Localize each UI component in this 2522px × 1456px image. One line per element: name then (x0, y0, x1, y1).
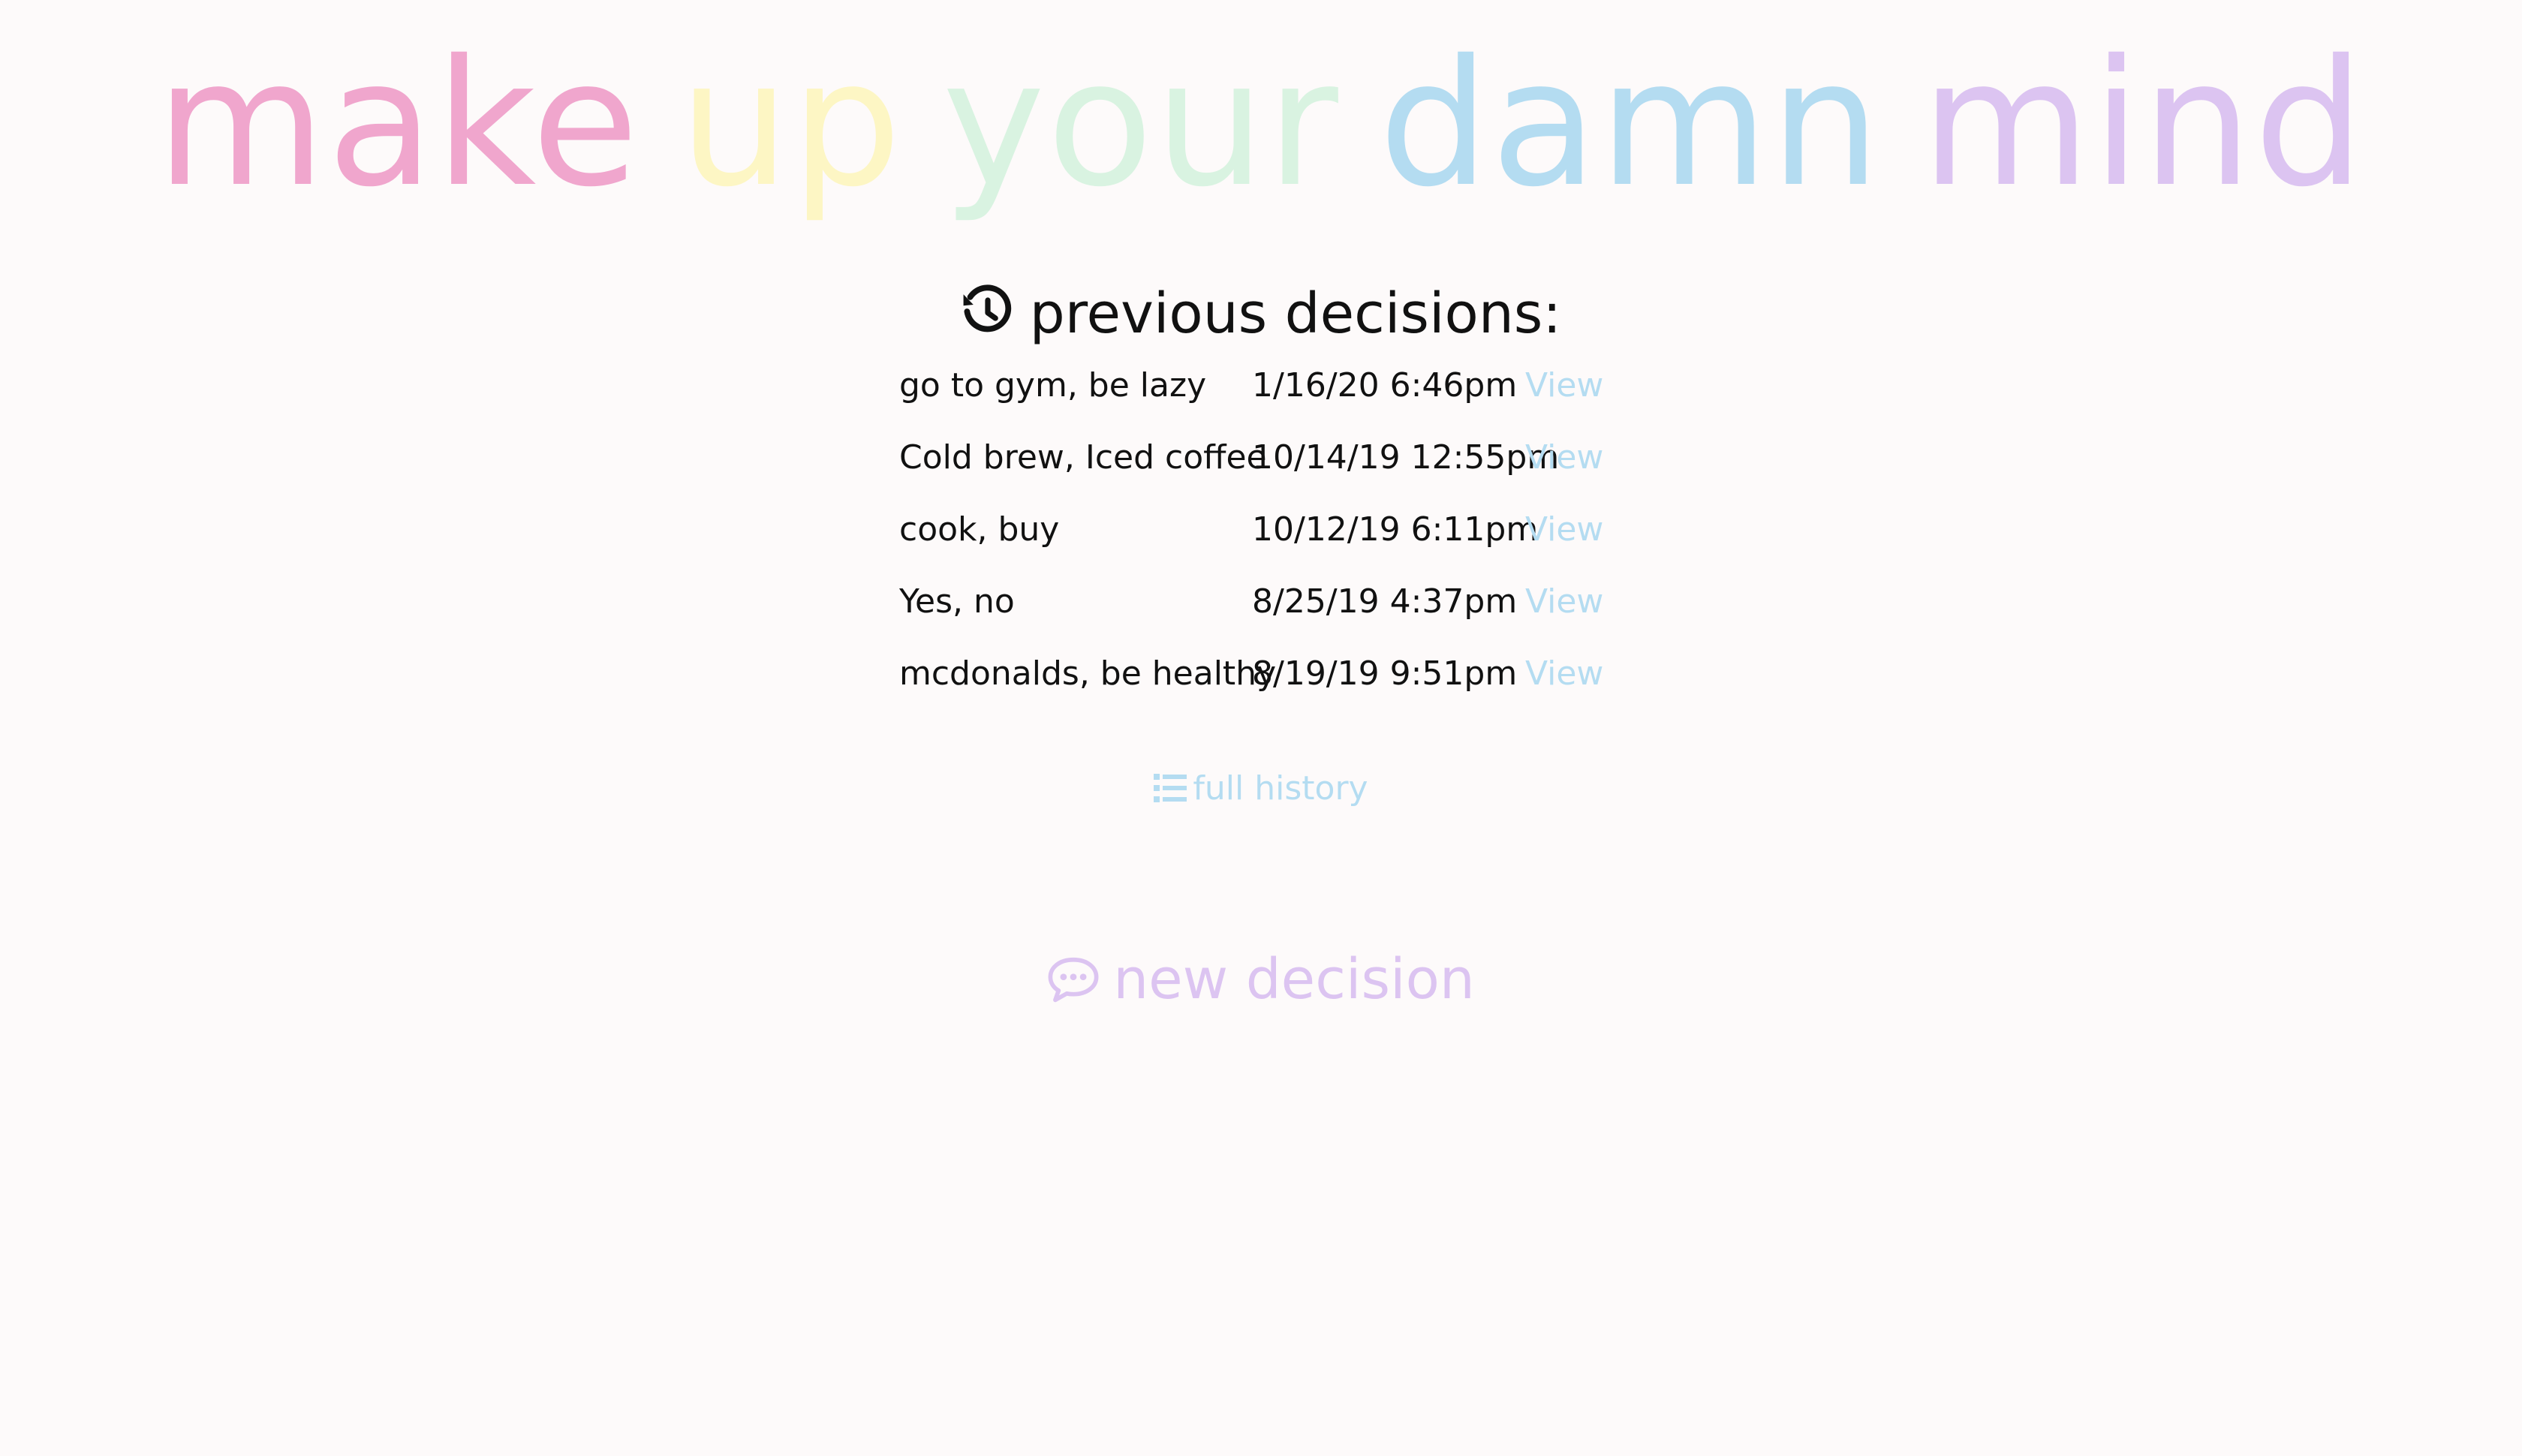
previous-decisions-heading: previous decisions: (0, 276, 2522, 351)
history-icon (963, 284, 1011, 332)
title-word-your: your (942, 23, 1340, 225)
list-item: go to gym, be lazy 1/16/20 6:46pm View (899, 350, 1650, 422)
list-item: mcdonalds, be healthy 8/19/19 9:51pm Vie… (899, 638, 1650, 710)
decision-date: 8/19/19 9:51pm (1252, 654, 1518, 693)
title-word-make: make (155, 23, 640, 225)
decision-options: mcdonalds, be healthy (899, 654, 1277, 693)
decision-date: 10/12/19 6:11pm (1252, 510, 1539, 549)
full-history-link[interactable]: full history (0, 763, 2522, 815)
view-link[interactable]: View (1525, 638, 1603, 710)
view-link[interactable]: View (1525, 422, 1603, 494)
list-item: Cold brew, Iced coffee 10/14/19 12:55pm … (899, 422, 1650, 494)
decision-date: 10/14/19 12:55pm (1252, 438, 1560, 477)
app-title: make up your damn mind (0, 15, 2522, 233)
view-link[interactable]: View (1525, 566, 1603, 638)
decision-options: Cold brew, Iced coffee (899, 438, 1267, 477)
title-word-up: up (679, 23, 904, 225)
list-item: Yes, no 8/25/19 4:37pm View (899, 566, 1650, 638)
view-link[interactable]: View (1525, 350, 1603, 422)
decision-list: go to gym, be lazy 1/16/20 6:46pm View C… (899, 350, 1650, 710)
full-history-label: full history (1193, 769, 1368, 808)
decision-date: 1/16/20 6:46pm (1252, 366, 1518, 405)
title-word-mind: mind (1921, 23, 2367, 225)
list-icon (1154, 774, 1187, 802)
new-decision-label: new decision (1113, 947, 1475, 1012)
decision-options: Yes, no (899, 582, 1015, 621)
heading-label: previous decisions: (1029, 281, 1562, 346)
decision-options: go to gym, be lazy (899, 366, 1207, 405)
title-word-damn: damn (1378, 23, 1882, 225)
decision-options: cook, buy (899, 510, 1060, 549)
new-decision-button[interactable]: new decision (0, 938, 2522, 1021)
list-item: cook, buy 10/12/19 6:11pm View (899, 494, 1650, 566)
chat-bubble-icon (1048, 957, 1099, 1003)
page: make up your damn mind previous decisions: g… (0, 0, 2522, 1456)
decision-date: 8/25/19 4:37pm (1252, 582, 1518, 621)
view-link[interactable]: View (1525, 494, 1603, 566)
